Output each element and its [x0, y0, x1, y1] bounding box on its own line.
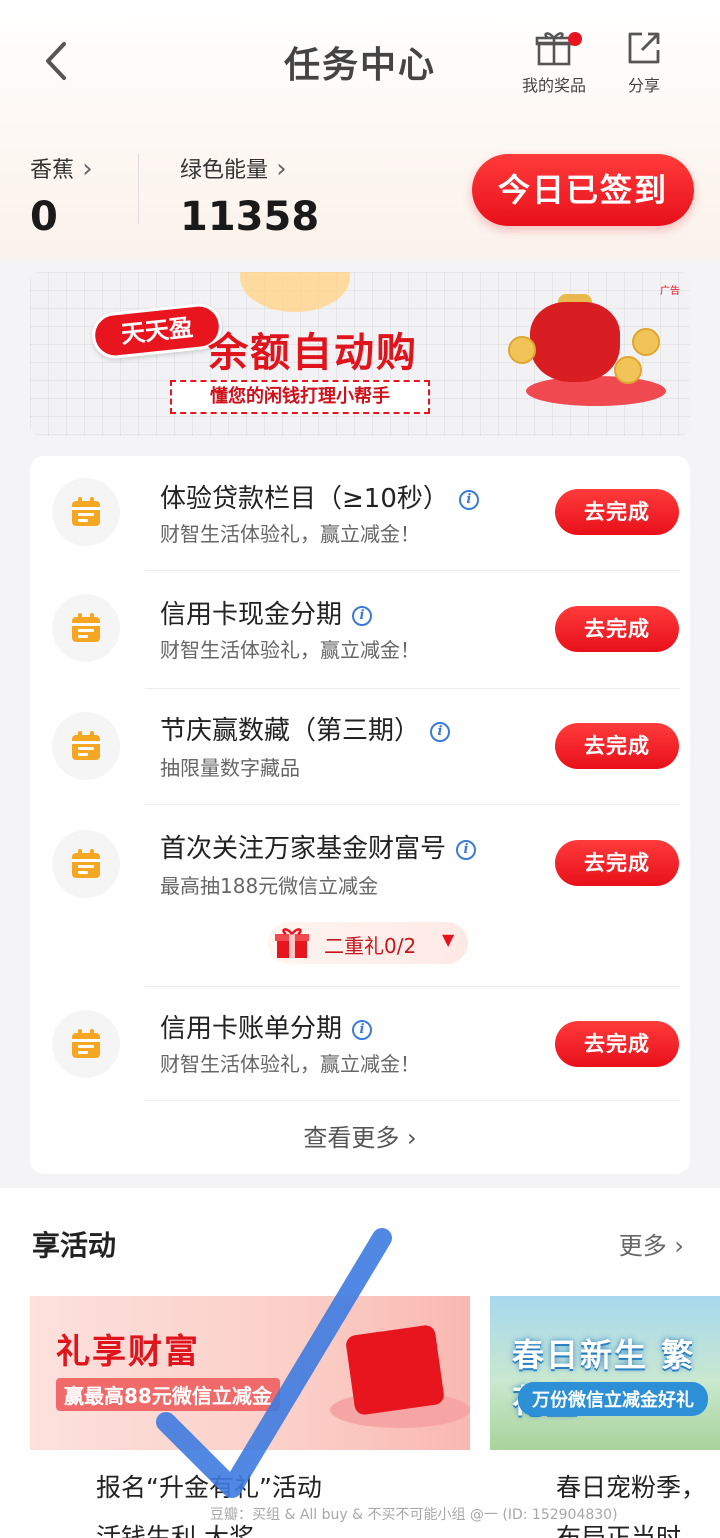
info-icon[interactable]: i [456, 839, 477, 860]
info-icon[interactable]: i [352, 1019, 373, 1040]
ad-label: 广告 [660, 286, 680, 297]
activity-banner-subtitle: 赢最高88元微信立减金 [56, 1378, 280, 1411]
task-title: 信用卡现金分期 i [160, 594, 373, 631]
coin-icon [614, 356, 642, 384]
task-title: 体验贷款栏目（≥10秒） i [160, 478, 479, 515]
activity-banner: 春日新生 繁花盛 万份微信立减金好礼 [490, 1296, 720, 1450]
task-desc: 抽限量数字藏品 [160, 756, 300, 780]
calendar-icon [52, 1010, 120, 1078]
banana-stat[interactable]: 香蕉 0 [30, 152, 93, 240]
task-complete-button[interactable]: 去完成 [555, 840, 679, 886]
divider [145, 804, 680, 805]
info-icon[interactable]: i [458, 489, 479, 510]
activity-banner-title: 礼享财富 [56, 1332, 200, 1372]
signed-in-button[interactable]: 今日已签到 [472, 154, 694, 226]
share-button[interactable]: 分享 [604, 28, 684, 96]
notification-dot [568, 32, 582, 46]
task-desc: 财智生活体验礼，赢立减金！ [160, 638, 420, 662]
calendar-icon [52, 830, 120, 898]
task-desc: 最高抽188元微信立减金 [160, 874, 379, 898]
banana-label: 香蕉 [30, 152, 93, 184]
calendar-icon [52, 478, 120, 546]
task-desc: 财智生活体验礼，赢立减金！ [160, 522, 420, 546]
activities-section: 享活动 更多 › 礼享财富 赢最高88元微信立减金 报名“升金有礼”活动 活钱生… [0, 1188, 720, 1538]
activity-banner-subtitle: 万份微信立减金好礼 [518, 1382, 708, 1416]
red-gift-icon [275, 928, 309, 958]
ad-banner[interactable]: 天天盈 余额自动购 懂您的闲钱打理小帮手 广告 [30, 272, 690, 436]
activity-banner: 礼享财富 赢最高88元微信立减金 [30, 1296, 470, 1450]
activity-title: 报名“升金有礼”活动 [96, 1473, 322, 1502]
divider [145, 1100, 680, 1101]
header: 任务中心 我的奖品 分享 [0, 0, 720, 120]
task-title: 首次关注万家基金财富号 i [160, 828, 477, 865]
task-title: 信用卡账单分期 i [160, 1008, 373, 1045]
calendar-icon [52, 712, 120, 780]
bonus-label: 二重礼0/2 [324, 934, 417, 958]
info-icon[interactable]: i [352, 605, 373, 626]
activity-card[interactable]: 春日新生 繁花盛 万份微信立减金好礼 春日宠粉季， 布局正当时 [490, 1296, 720, 1538]
banner-tag: 天天盈 [89, 301, 225, 361]
carousel-dots [370, 428, 402, 436]
activities-more-link[interactable]: 更多 › [619, 1226, 684, 1261]
energy-value: 11358 [180, 194, 320, 240]
gift-icon [535, 32, 573, 66]
expand-arrow-icon: ▼ [442, 930, 455, 949]
view-more-tasks-link[interactable]: 查看更多 › [30, 1118, 690, 1153]
task-list: 体验贷款栏目（≥10秒） i 财智生活体验礼，赢立减金！ 去完成 信用卡现金分期 i… [30, 456, 690, 1174]
activity-title: 春日宠粉季， [556, 1473, 707, 1502]
banner-decoration [240, 272, 350, 312]
task-desc: 财智生活体验礼，赢立减金！ [160, 1052, 420, 1076]
activity-card[interactable]: 礼享财富 赢最高88元微信立减金 报名“升金有礼”活动 活钱生利 大奖 [30, 1296, 470, 1538]
task-complete-button[interactable]: 去完成 [555, 489, 679, 535]
watermark: 豆瓣：买组 & All buy & 不买不可能小组 @一 (ID: 152904… [210, 1507, 618, 1523]
task-complete-button[interactable]: 去完成 [555, 1021, 679, 1067]
coin-icon [508, 336, 536, 364]
coin-icon [632, 328, 660, 356]
divider [145, 688, 680, 689]
activities-heading: 享活动 [32, 1229, 117, 1262]
banana-value: 0 [30, 194, 58, 240]
task-complete-button[interactable]: 去完成 [555, 723, 679, 769]
task-title: 节庆赢数藏（第三期） i [160, 710, 451, 747]
money-bag-icon [530, 302, 620, 382]
banner-pedestal [526, 376, 666, 406]
my-prizes-label: 我的奖品 [521, 76, 586, 95]
bonus-reward-toggle[interactable]: 二重礼0/2 ▼ [268, 922, 468, 964]
my-prizes-button[interactable]: 我的奖品 [514, 28, 594, 96]
stat-divider [138, 154, 139, 224]
info-icon[interactable]: i [430, 721, 451, 742]
red-gift-box-icon [344, 1324, 446, 1416]
energy-stat[interactable]: 绿色能量 11358 [180, 152, 319, 240]
divider [145, 986, 680, 987]
task-complete-button[interactable]: 去完成 [555, 606, 679, 652]
calendar-icon [52, 594, 120, 662]
banner-title: 余额自动购 [208, 330, 418, 376]
divider [145, 570, 680, 571]
banner-subtitle: 懂您的闲钱打理小帮手 [170, 380, 430, 414]
share-label: 分享 [627, 76, 660, 95]
share-icon [628, 32, 660, 64]
energy-label: 绿色能量 [180, 152, 319, 184]
